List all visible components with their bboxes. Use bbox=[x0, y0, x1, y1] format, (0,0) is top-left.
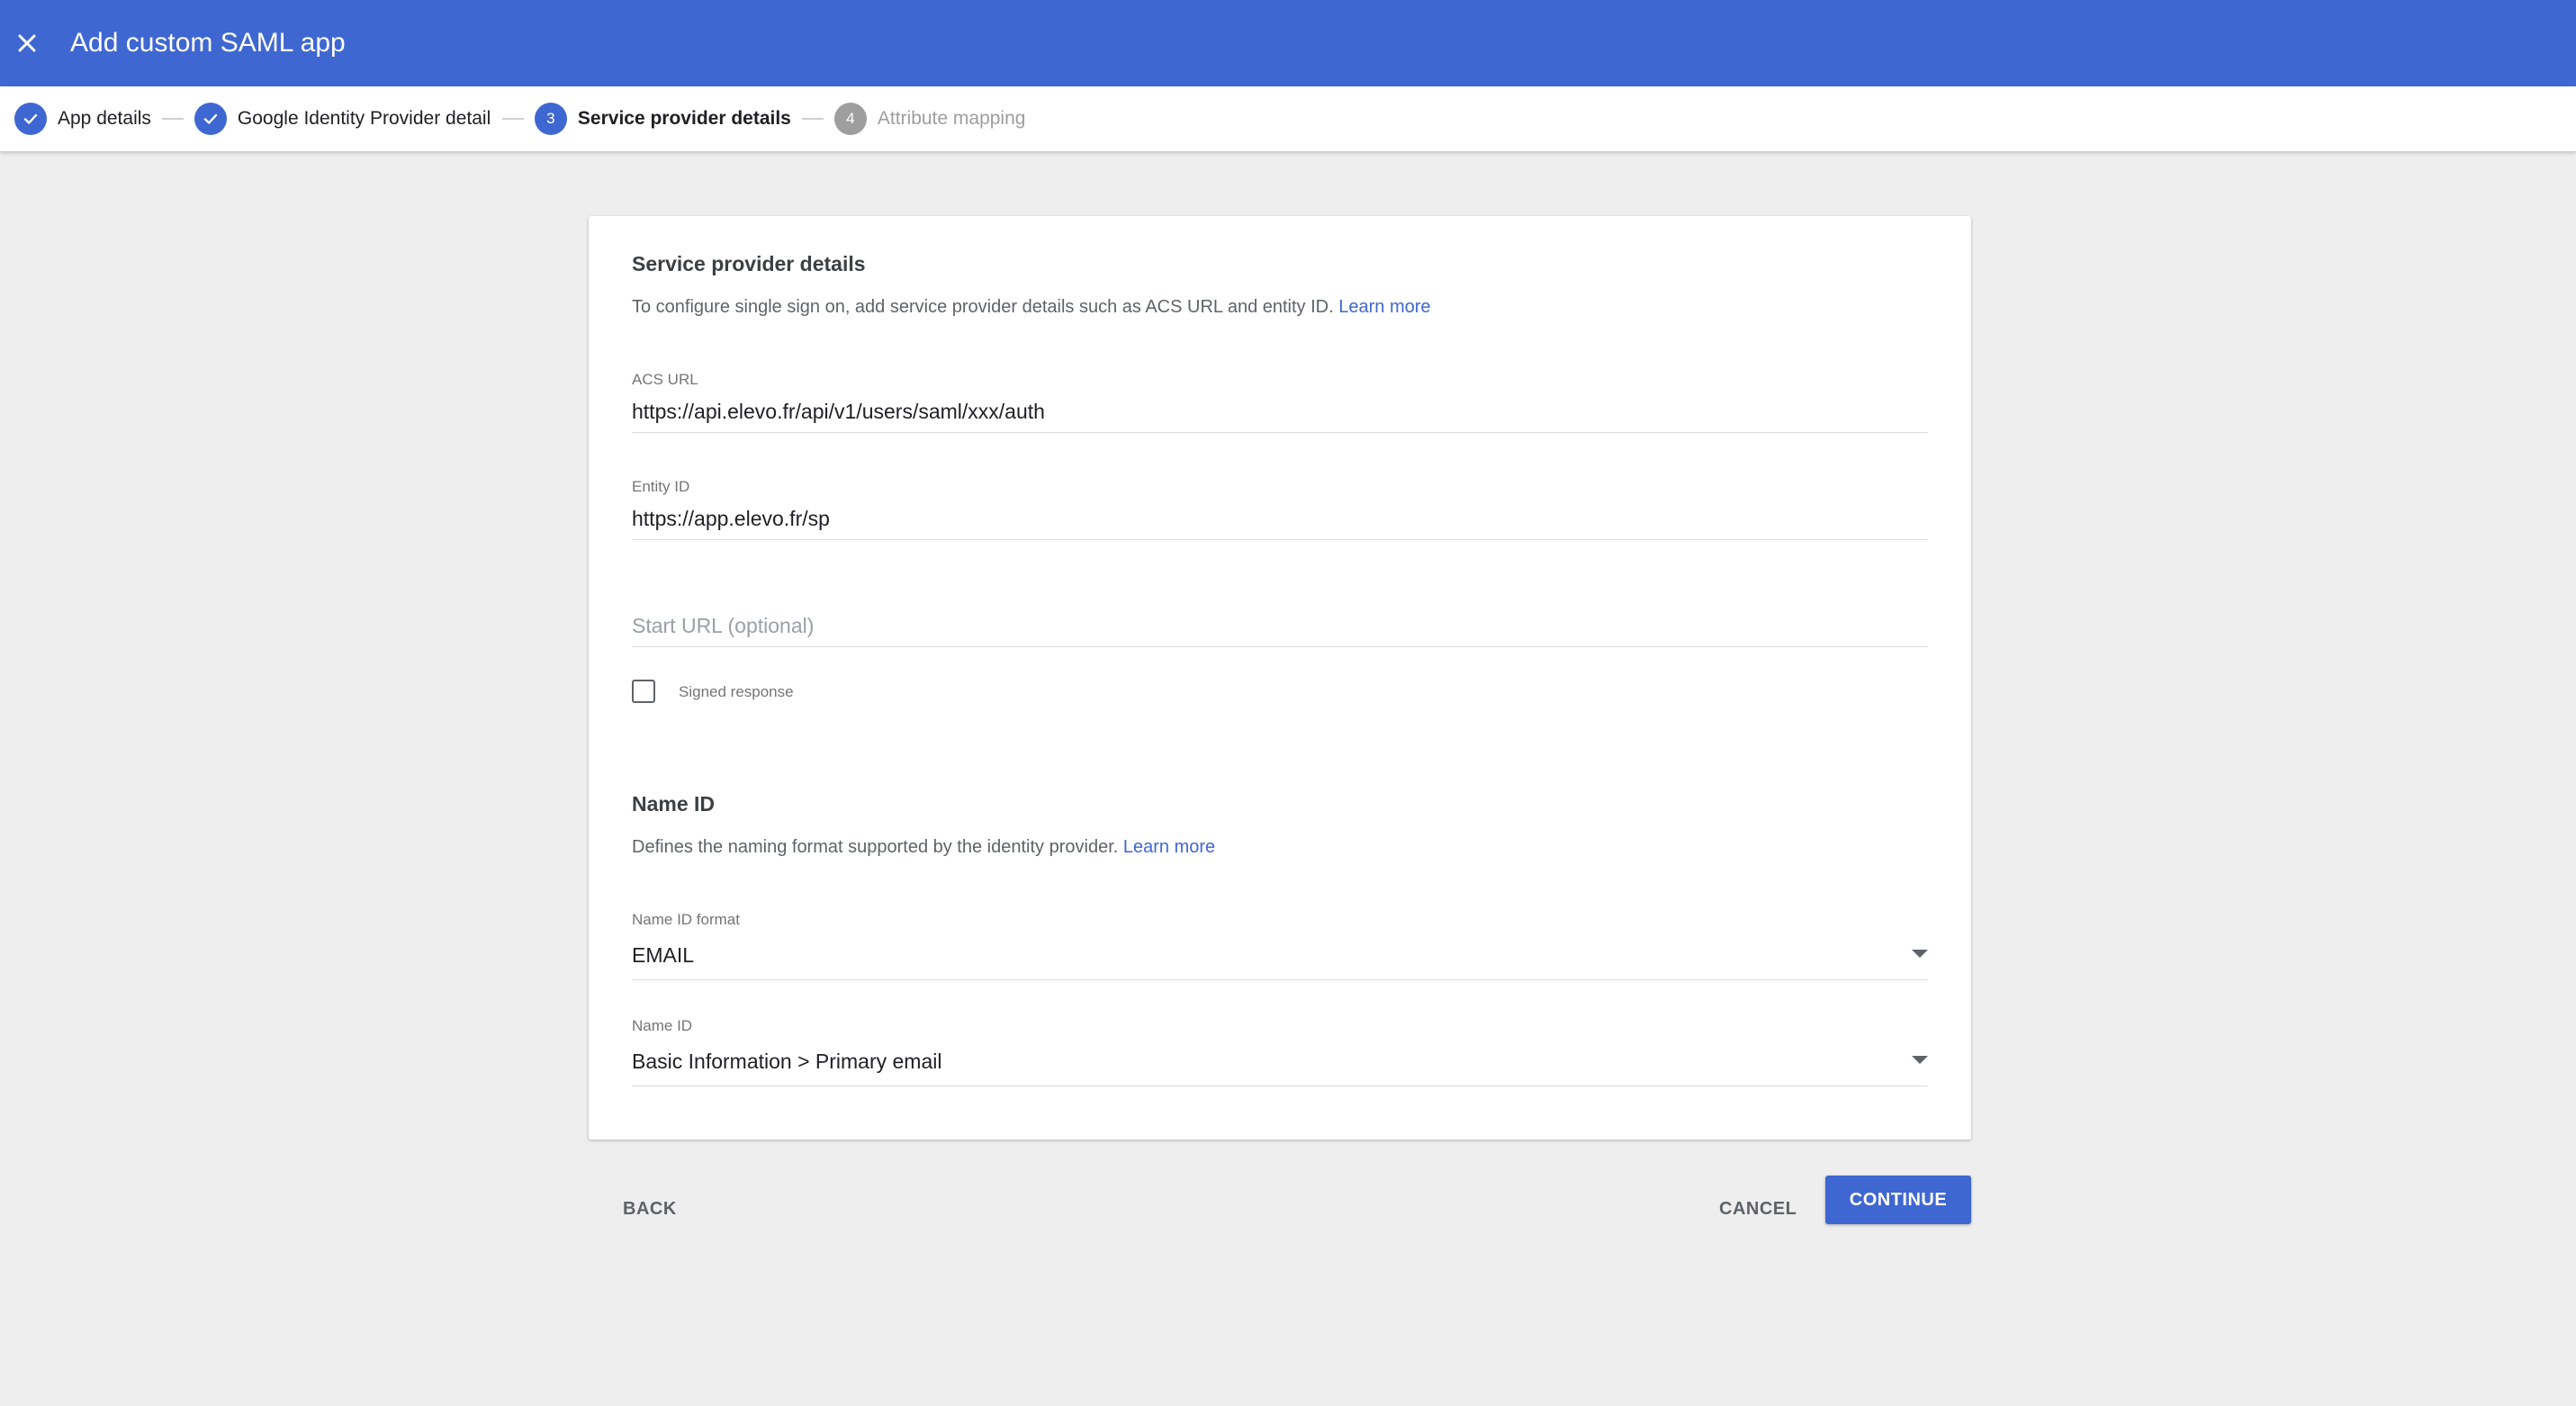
field-label: Name ID bbox=[632, 1017, 693, 1034]
section-title: Name ID bbox=[632, 792, 716, 816]
check-icon bbox=[14, 103, 47, 135]
selected-value: Basic Information > Primary email bbox=[632, 1050, 942, 1073]
name-id-format-select[interactable]: Name ID format EMAIL bbox=[632, 911, 1928, 980]
step-connector bbox=[501, 118, 524, 120]
description-text: Defines the naming format supported by t… bbox=[632, 837, 1119, 857]
step-label: Service provider details bbox=[577, 108, 791, 129]
step-app-details[interactable]: App details bbox=[14, 103, 151, 135]
page-title: Add custom SAML app bbox=[70, 28, 346, 58]
dropdown-arrow-icon bbox=[1912, 950, 1928, 958]
app-bar: Add custom SAML app bbox=[0, 0, 2576, 86]
name-id-select[interactable]: Name ID Basic Information > Primary emai… bbox=[632, 1017, 1928, 1086]
field-label: Entity ID bbox=[632, 478, 690, 495]
stepper: App details Google Identity Provider det… bbox=[0, 86, 2576, 151]
continue-button[interactable]: CONTINUE bbox=[1825, 1176, 1971, 1224]
section-description: Defines the naming format supported by t… bbox=[632, 837, 1215, 858]
close-icon bbox=[18, 34, 36, 52]
learn-more-link[interactable]: Learn more bbox=[1123, 837, 1215, 857]
step-service-provider-details[interactable]: 3 Service provider details bbox=[534, 103, 791, 135]
close-button[interactable] bbox=[0, 16, 54, 70]
step-label: App details bbox=[58, 108, 151, 129]
field-label: Name ID format bbox=[632, 911, 740, 928]
step-connector bbox=[801, 118, 824, 120]
learn-more-link[interactable]: Learn more bbox=[1338, 297, 1430, 317]
step-number: 3 bbox=[534, 103, 567, 135]
service-provider-card: Service provider details To configure si… bbox=[589, 216, 1971, 1140]
section-description: To configure single sign on, add service… bbox=[632, 297, 1431, 318]
acs-url-field[interactable]: ACS URL https://api.elevo.fr/api/v1/user… bbox=[632, 371, 1928, 433]
field-label: ACS URL bbox=[632, 371, 698, 388]
signed-response-checkbox[interactable] bbox=[632, 680, 655, 703]
step-attribute-mapping: 4 Attribute mapping bbox=[833, 103, 1026, 135]
cancel-button[interactable]: CANCEL bbox=[1708, 1186, 1807, 1232]
section-title: Service provider details bbox=[632, 252, 866, 275]
step-number: 4 bbox=[833, 103, 867, 135]
start-url-input[interactable]: Start URL (optional) bbox=[632, 614, 814, 638]
signed-response-label: Signed response bbox=[679, 683, 794, 700]
description-text: To configure single sign on, add service… bbox=[632, 297, 1334, 317]
start-url-field[interactable]: Start URL (optional) bbox=[632, 594, 1928, 647]
selected-value: EMAIL bbox=[632, 943, 695, 967]
check-icon bbox=[194, 103, 227, 135]
step-label: Attribute mapping bbox=[877, 108, 1026, 129]
dropdown-arrow-icon bbox=[1912, 1056, 1928, 1064]
entity-id-input[interactable]: https://app.elevo.fr/sp bbox=[632, 507, 830, 531]
entity-id-field[interactable]: Entity ID https://app.elevo.fr/sp bbox=[632, 478, 1928, 540]
step-connector bbox=[161, 118, 184, 120]
back-button[interactable]: BACK bbox=[612, 1186, 688, 1232]
step-label: Google Identity Provider details bbox=[237, 108, 491, 129]
step-google-idp-details[interactable]: Google Identity Provider details bbox=[194, 103, 491, 135]
acs-url-input[interactable]: https://api.elevo.fr/api/v1/users/saml/x… bbox=[632, 400, 1045, 424]
